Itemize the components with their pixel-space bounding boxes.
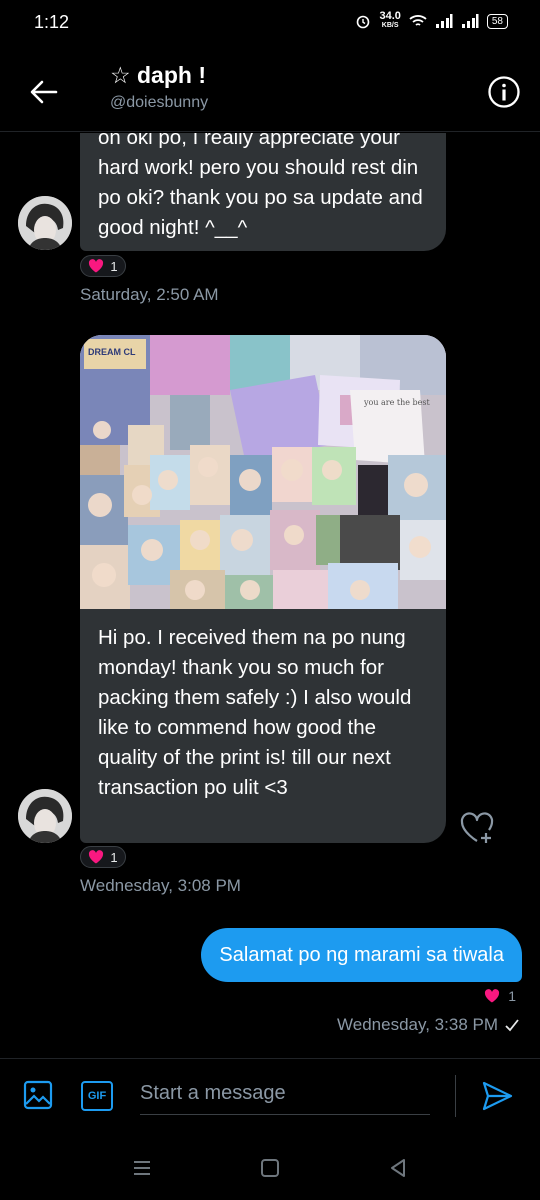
photocards-image: DREAM CL you are the best — [80, 335, 446, 609]
status-icons: 34.0 KB/S 58 — [355, 10, 508, 30]
contact-name[interactable]: ☆ daph ! — [110, 62, 206, 89]
message-thread[interactable]: on oki po, I really appreciate your hard… — [0, 133, 540, 1060]
photo-label-envelope: you are the best — [363, 398, 431, 407]
avatar[interactable] — [18, 789, 72, 843]
reaction-badge[interactable]: 1 — [80, 846, 126, 868]
message-timestamp: Wednesday, 3:08 PM — [80, 876, 241, 895]
outgoing-message[interactable]: Salamat po ng marami sa tiwala — [201, 928, 522, 982]
signal-icon-2 — [461, 14, 479, 28]
heart-icon — [89, 850, 104, 864]
message-composer: GIF — [0, 1058, 540, 1136]
network-speed-unit: KB/S — [381, 22, 399, 29]
status-time: 1:12 — [34, 12, 70, 32]
wifi-icon — [409, 15, 427, 26]
home-icon[interactable] — [258, 1156, 282, 1180]
add-reaction-icon[interactable] — [458, 811, 496, 845]
composer-divider — [455, 1075, 456, 1117]
reaction-count: 1 — [508, 988, 516, 1004]
photo-label-dream: DREAM CL — [88, 347, 136, 357]
message-text: on oki po, I really appreciate your hard… — [98, 133, 423, 239]
battery-indicator: 58 — [486, 13, 508, 29]
contact-handle[interactable]: @doiesbunny — [110, 94, 208, 112]
heart-icon — [89, 259, 104, 273]
conversation-header: ☆ daph ! @doiesbunny — [0, 48, 540, 132]
reaction-count: 1 — [110, 258, 118, 274]
status-bar: 1:12 34.0 KB/S 58 — [0, 0, 540, 48]
message-timestamp: Wednesday, 3:38 PM — [337, 1015, 498, 1034]
message-timestamp: Saturday, 2:50 AM — [80, 285, 219, 304]
seen-check-icon — [505, 1019, 519, 1032]
outgoing-timestamp: Wednesday, 3:38 PM — [337, 1015, 520, 1035]
avatar[interactable] — [18, 196, 72, 250]
avatar-image — [18, 196, 72, 250]
reaction-count: 1 — [110, 849, 118, 865]
alarm-icon — [357, 15, 370, 29]
send-icon[interactable] — [480, 1079, 514, 1113]
incoming-message-with-photo[interactable]: DREAM CL you are the best Hi po. I recei… — [80, 335, 446, 843]
network-speed-value: 34.0 — [379, 10, 401, 22]
system-navigation-bar — [0, 1136, 540, 1200]
reaction-badge[interactable]: 1 — [80, 255, 126, 277]
network-speed: 34.0 KB/S — [379, 10, 401, 30]
gif-button[interactable]: GIF — [81, 1081, 113, 1111]
attached-photo[interactable]: DREAM CL you are the best — [80, 335, 446, 609]
outgoing-reaction[interactable]: 1 — [484, 988, 516, 1004]
message-text: Salamat po ng marami sa tiwala — [219, 943, 504, 966]
signal-icon — [435, 14, 453, 28]
info-icon[interactable] — [486, 74, 522, 110]
menu-icon[interactable] — [130, 1156, 154, 1180]
message-input[interactable] — [140, 1073, 430, 1115]
heart-icon — [485, 989, 500, 1003]
message-text: Hi po. I received them na po nung monday… — [98, 626, 412, 799]
back-nav-icon[interactable] — [386, 1156, 410, 1180]
image-icon[interactable] — [22, 1079, 54, 1111]
back-arrow-icon[interactable] — [24, 72, 64, 112]
incoming-message[interactable]: on oki po, I really appreciate your hard… — [80, 133, 446, 251]
avatar-image — [18, 789, 72, 843]
